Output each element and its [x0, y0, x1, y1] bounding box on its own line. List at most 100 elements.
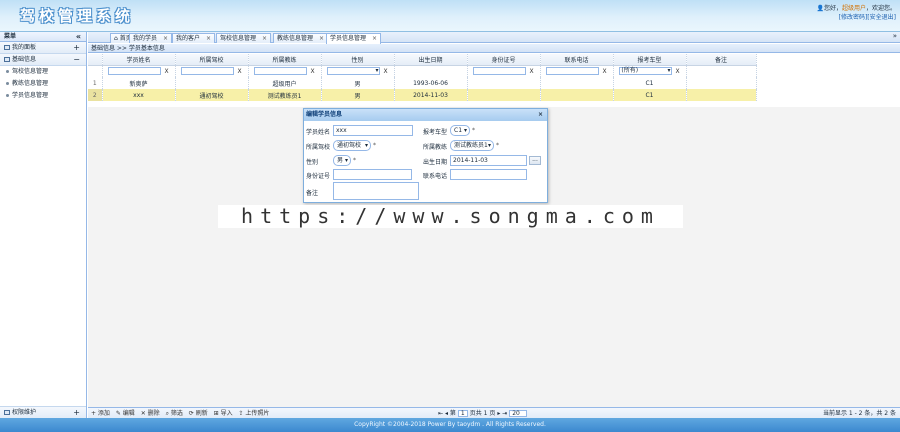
next-page-icon[interactable]: ▸: [497, 410, 500, 417]
filter-button[interactable]: ⌕ 筛选: [166, 410, 183, 417]
tab-students[interactable]: 学员信息管理 ×: [326, 33, 382, 44]
gender-select[interactable]: 男: [333, 155, 351, 166]
sidebar-item-school[interactable]: 驾校信息管理: [0, 66, 86, 78]
column-header[interactable]: 所属教练: [248, 54, 322, 66]
column-header[interactable]: 报考车型: [613, 54, 687, 66]
sidebar-item-student[interactable]: 学员信息管理: [0, 90, 86, 102]
name-input[interactable]: xxx: [333, 125, 413, 136]
clear-filter-icon[interactable]: X: [383, 68, 387, 75]
coach-select[interactable]: 测试教练员1: [450, 140, 494, 151]
filter-cell: X: [248, 65, 322, 77]
filter-input[interactable]: [108, 67, 162, 76]
filter-input[interactable]: [546, 67, 600, 76]
row-number: 1: [88, 77, 103, 89]
page-count: 页共 1 页: [469, 410, 496, 417]
close-tab-icon[interactable]: ×: [163, 35, 168, 42]
filter-input[interactable]: [181, 67, 235, 76]
accordion-permissions[interactable]: 权限维护 +: [0, 406, 86, 418]
accordion-basic-info[interactable]: 基础信息 −: [0, 54, 86, 66]
school-select[interactable]: 通初驾校: [333, 140, 371, 151]
column-header[interactable]: 所属驾校: [175, 54, 249, 66]
clear-filter-icon[interactable]: X: [529, 68, 533, 75]
close-tab-icon[interactable]: ×: [206, 35, 211, 42]
cell-phone: [540, 77, 614, 89]
import-button[interactable]: ⊞ 导入: [214, 410, 233, 417]
edit-button[interactable]: ✎ 编辑: [116, 410, 135, 417]
accordion-my-panel[interactable]: 我的面板 +: [0, 42, 86, 54]
collapse-icon[interactable]: −: [73, 54, 80, 66]
cell-car: C1: [613, 77, 687, 89]
clear-filter-icon[interactable]: X: [675, 68, 679, 75]
expand-icon[interactable]: +: [73, 42, 80, 54]
sidebar-item-label: 驾校信息管理: [12, 68, 49, 75]
gender-filter-select[interactable]: [327, 67, 381, 76]
prev-page-icon[interactable]: ◂: [445, 410, 448, 417]
car-filter-select[interactable]: (所有): [619, 67, 673, 76]
cell-name: 新奥萨: [102, 77, 176, 89]
filter-input[interactable]: [254, 67, 308, 76]
gender-label: 性别: [306, 159, 319, 166]
breadcrumb: 基础信息 >> 学员基本信息: [88, 44, 900, 53]
tab-my-students[interactable]: 我的学员 ×: [129, 33, 173, 43]
window-icon: [4, 410, 10, 415]
car-label: 报考车型: [423, 129, 448, 136]
close-icon[interactable]: ×: [538, 109, 543, 121]
id-number-input[interactable]: [333, 169, 412, 180]
id-label: 身份证号: [306, 173, 331, 180]
column-header[interactable]: 联系电话: [540, 54, 614, 66]
filter-cell: X: [175, 65, 249, 77]
tab-bar: ⌂ 首页 我的学员 × 我的客户 × 驾校信息管理 × 教练信息管理 × 学员信息管理 ×…: [88, 32, 900, 44]
clear-filter-icon[interactable]: X: [310, 68, 314, 75]
refresh-button[interactable]: ⟳ 刷新: [189, 410, 208, 417]
cell-phone: [540, 89, 614, 101]
phone-input[interactable]: [450, 169, 527, 180]
required-mark: *: [496, 142, 499, 149]
note-textarea[interactable]: [333, 182, 419, 200]
clear-filter-icon[interactable]: X: [164, 68, 168, 75]
close-tab-icon[interactable]: ×: [372, 35, 377, 42]
column-header[interactable]: 身份证号: [467, 54, 541, 66]
filter-input[interactable]: [473, 67, 527, 76]
tab-school[interactable]: 驾校信息管理 ×: [216, 33, 272, 43]
sidebar: 菜单 « 我的面板 + 基础信息 − 驾校信息管理 教练信息管理 学员信息管理 …: [0, 32, 87, 418]
close-tab-icon[interactable]: ×: [319, 35, 324, 42]
table-row-selected[interactable]: 2 xxx 通初驾校 测试教练员1 男 2014-11-03 C1: [88, 89, 757, 101]
car-select[interactable]: C1: [450, 125, 470, 136]
cell-car: C1: [613, 89, 687, 101]
column-header[interactable]: 备注: [686, 54, 757, 66]
sidebar-header: 菜单 «: [0, 32, 86, 42]
app-header: 驾校管理系统 👤您好，超级用户，欢迎您。 [修改密码][安全退出]: [0, 0, 900, 32]
clear-filter-icon[interactable]: X: [237, 68, 241, 75]
tab-label: 驾校信息管理: [220, 35, 257, 42]
column-header[interactable]: 学员姓名: [102, 54, 176, 66]
first-page-icon[interactable]: ⇤: [438, 410, 443, 417]
page-size-select[interactable]: 20: [509, 410, 528, 417]
sidebar-item-label: 学员信息管理: [12, 92, 49, 99]
delete-button[interactable]: ✕ 删除: [141, 410, 160, 417]
birth-date-input[interactable]: 2014-11-03: [450, 155, 527, 166]
tab-coach[interactable]: 教练信息管理 ×: [273, 33, 329, 43]
tab-label: 学员信息管理: [330, 35, 367, 42]
tab-scroll-icon[interactable]: »: [893, 32, 897, 40]
add-button[interactable]: + 添加: [91, 410, 110, 417]
date-picker-button[interactable]: ...: [529, 156, 541, 165]
collapse-sidebar-icon[interactable]: «: [76, 32, 81, 42]
required-mark: *: [373, 142, 376, 149]
clear-filter-icon[interactable]: X: [602, 68, 606, 75]
last-page-icon[interactable]: ⇥: [502, 410, 507, 417]
page-number-input[interactable]: 1: [457, 410, 468, 417]
sidebar-item-coach[interactable]: 教练信息管理: [0, 78, 86, 90]
close-tab-icon[interactable]: ×: [262, 35, 267, 42]
column-header[interactable]: 性别: [321, 54, 395, 66]
column-header[interactable]: 出生日期: [394, 54, 468, 66]
table-row[interactable]: 1 新奥萨 超级用户 男 1993-06-06 C1: [88, 77, 757, 89]
user-links[interactable]: [修改密码][安全退出]: [839, 14, 896, 21]
row-number-header: [88, 54, 103, 66]
filter-cell: X: [102, 65, 176, 77]
tab-my-customers[interactable]: 我的客户 ×: [172, 33, 216, 43]
edit-student-dialog: 编辑学员信息 × 学员姓名 xxx 报考车型 C1 * 所属驾校 通初驾校 * …: [303, 108, 548, 203]
cell-gender: 男: [321, 77, 395, 89]
cell-birth: 2014-11-03: [394, 89, 468, 101]
upload-photo-button[interactable]: ⇪ 上传照片: [239, 410, 270, 417]
user-icon: 👤: [816, 5, 824, 12]
